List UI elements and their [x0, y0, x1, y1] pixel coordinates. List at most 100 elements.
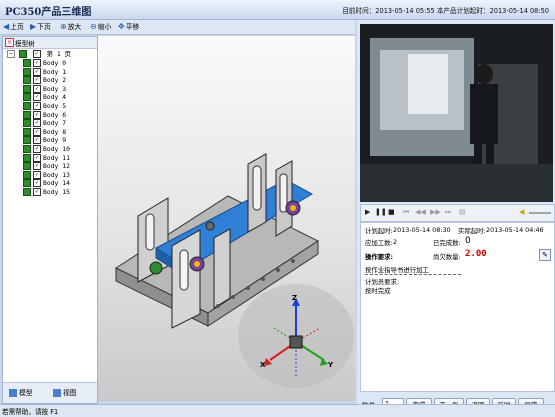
body-icon: [23, 76, 31, 85]
3d-viewport[interactable]: Z X Y: [98, 36, 355, 401]
window-title: PC350产品三维图: [5, 7, 92, 18]
op-req-label: 操作要求:: [365, 253, 394, 261]
status-bar: 若需帮助，请按 F1: [0, 404, 555, 417]
body-icon: [23, 153, 31, 162]
zoom-in-button[interactable]: ⊕放大: [60, 22, 81, 32]
tree-item-body[interactable]: ✓ Body 8: [23, 127, 66, 137]
media-controls: ▶ ❚❚ ■ ⏮ ◀◀ ▶▶ ⏭ ▤ ◀: [360, 204, 555, 222]
next-page-button[interactable]: ▶下页: [30, 22, 51, 32]
quota-value: 2: [393, 238, 398, 246]
tree-item-body[interactable]: ✓ Body 11: [23, 153, 70, 163]
checkbox[interactable]: ✓: [33, 102, 41, 110]
checkbox[interactable]: ✓: [33, 76, 41, 85]
plan-start-label: 计划起时:: [365, 227, 393, 235]
toolbar: ◀上页 ▶下页 ⊕放大 ⊖缩小 ✥平移: [0, 20, 355, 35]
checkbox[interactable]: ✓: [33, 179, 41, 188]
plan-start-value: 2013-05-14 08:30: [393, 226, 451, 234]
clock-text: 目前时间：2013-05-14 05:55 本产品计划起时：2013-05-14…: [342, 7, 549, 15]
body-icon: [23, 170, 31, 179]
model-tree: − ✓ 第 1 页 ✓ Body 0 ✓ Body 1 ✓ Body 2 ✓ Body 3 ✓ B…: [3, 49, 97, 379]
checkbox[interactable]: ✓: [33, 59, 41, 67]
tree-item-body[interactable]: ✓ Body 14: [23, 179, 70, 188]
body-icon: [23, 102, 31, 110]
body-icon: [23, 84, 31, 93]
view-tab-icon: [53, 389, 61, 397]
play-icon[interactable]: ▶: [365, 208, 370, 216]
done-value: 0: [465, 236, 471, 246]
zoom-in-icon: ⊕: [60, 22, 67, 31]
actual-start-value: 2013-05-14 04:46: [486, 226, 544, 234]
checkbox[interactable]: ✓: [32, 50, 41, 58]
skip-back-icon[interactable]: ⏮: [403, 208, 409, 217]
tree-item-body[interactable]: ✓ Body 9: [23, 136, 66, 145]
tab-view[interactable]: 视图: [51, 387, 79, 399]
task-info: 计划起时: 2013-05-14 08:30 实际起时: 2013-05-14 …: [360, 222, 555, 392]
checkbox[interactable]: ✓: [33, 153, 41, 162]
collapse-icon[interactable]: −: [7, 50, 15, 58]
volume-slider[interactable]: [529, 212, 551, 214]
frame-icon[interactable]: ▤: [459, 208, 466, 216]
body-icon: [23, 145, 31, 153]
tree-item-body[interactable]: ✓ Body 12: [23, 162, 70, 171]
axis-y-label: Y: [328, 361, 334, 369]
skip-forward-icon[interactable]: ⏭: [445, 208, 451, 217]
checkbox[interactable]: ✓: [33, 145, 41, 153]
edit-icon[interactable]: ✎: [539, 249, 551, 261]
checkbox[interactable]: ✓: [33, 93, 41, 102]
checkbox[interactable]: ✓: [33, 67, 41, 76]
pan-button[interactable]: ✥平移: [118, 22, 139, 32]
done-label: 已完成数:: [433, 239, 461, 247]
tree-item-body[interactable]: ✓ Body 4: [23, 93, 66, 102]
model-tab-icon: [9, 389, 17, 397]
pause-icon[interactable]: ❚❚: [375, 208, 387, 216]
3d-model-render: [114, 153, 354, 388]
quota-label: 应加工数:: [365, 239, 393, 247]
model-tree-panel: × 模型树 − ✓ 第 1 页 ✓ Body 0 ✓ Body 1 ✓ Body 2 ✓ Bo…: [2, 36, 98, 404]
tree-item-body[interactable]: ✓ Body 1: [23, 67, 66, 77]
body-icon: [23, 67, 31, 76]
tree-item-body[interactable]: ✓ Body 13: [23, 170, 70, 180]
panel-tabs: 模型 视图: [3, 382, 97, 403]
rewind-icon[interactable]: ◀◀: [415, 208, 426, 216]
checkbox[interactable]: ✓: [33, 84, 41, 93]
checkbox[interactable]: ✓: [33, 162, 41, 171]
tree-item-body[interactable]: ✓ Body 7: [23, 119, 66, 128]
checkbox[interactable]: ✓: [33, 188, 41, 196]
tree-item-body[interactable]: ✓ Body 5: [23, 102, 66, 111]
zoom-out-button[interactable]: ⊖缩小: [90, 22, 111, 32]
axis-z-label: Z: [292, 294, 298, 302]
body-icon: [23, 188, 31, 196]
body-icon: [23, 59, 31, 67]
checkbox[interactable]: ✓: [33, 170, 41, 179]
stop-icon[interactable]: ■: [388, 208, 395, 216]
body-icon: [23, 119, 31, 128]
op-req-text: 按作业指导书进行加工: [365, 266, 429, 274]
tree-item-body[interactable]: ✓ Body 10: [23, 145, 70, 154]
title-bar: PC350产品三维图 目前时间：2013-05-14 05:55 本产品计划起时…: [0, 0, 555, 20]
arrow-right-icon: ▶: [30, 22, 37, 31]
checkbox[interactable]: ✓: [33, 127, 41, 136]
tree-item-body[interactable]: ✓ Body 3: [23, 84, 66, 94]
video-player[interactable]: [360, 24, 553, 202]
arrow-left-icon: ◀: [3, 22, 10, 31]
checkbox[interactable]: ✓: [33, 110, 41, 119]
tree-item-body[interactable]: ✓ Body 6: [23, 110, 66, 120]
body-icon: [23, 110, 31, 119]
prev-page-button[interactable]: ◀上页: [3, 22, 24, 32]
axis-x-label: X: [260, 361, 266, 369]
volume-icon[interactable]: ◀: [519, 208, 524, 216]
tree-root[interactable]: − ✓ 第 1 页: [7, 50, 71, 59]
tree-item-body[interactable]: ✓ Body 2: [23, 76, 66, 85]
tree-item-body[interactable]: ✓ Body 0: [23, 59, 66, 68]
forward-icon[interactable]: ▶▶: [430, 208, 441, 216]
tab-model[interactable]: 模型: [7, 387, 35, 399]
tree-item-body[interactable]: ✓ Body 15: [23, 188, 70, 197]
checkbox[interactable]: ✓: [33, 119, 41, 128]
plan-req-text: 按时完成: [365, 287, 391, 295]
status-text: 若需帮助，请按 F1: [2, 408, 59, 416]
close-icon[interactable]: ×: [5, 38, 14, 47]
zoom-out-icon: ⊖: [90, 22, 97, 31]
checkbox[interactable]: ✓: [33, 136, 41, 145]
body-icon: [23, 179, 31, 188]
actual-start-label: 实际起时:: [458, 227, 486, 235]
